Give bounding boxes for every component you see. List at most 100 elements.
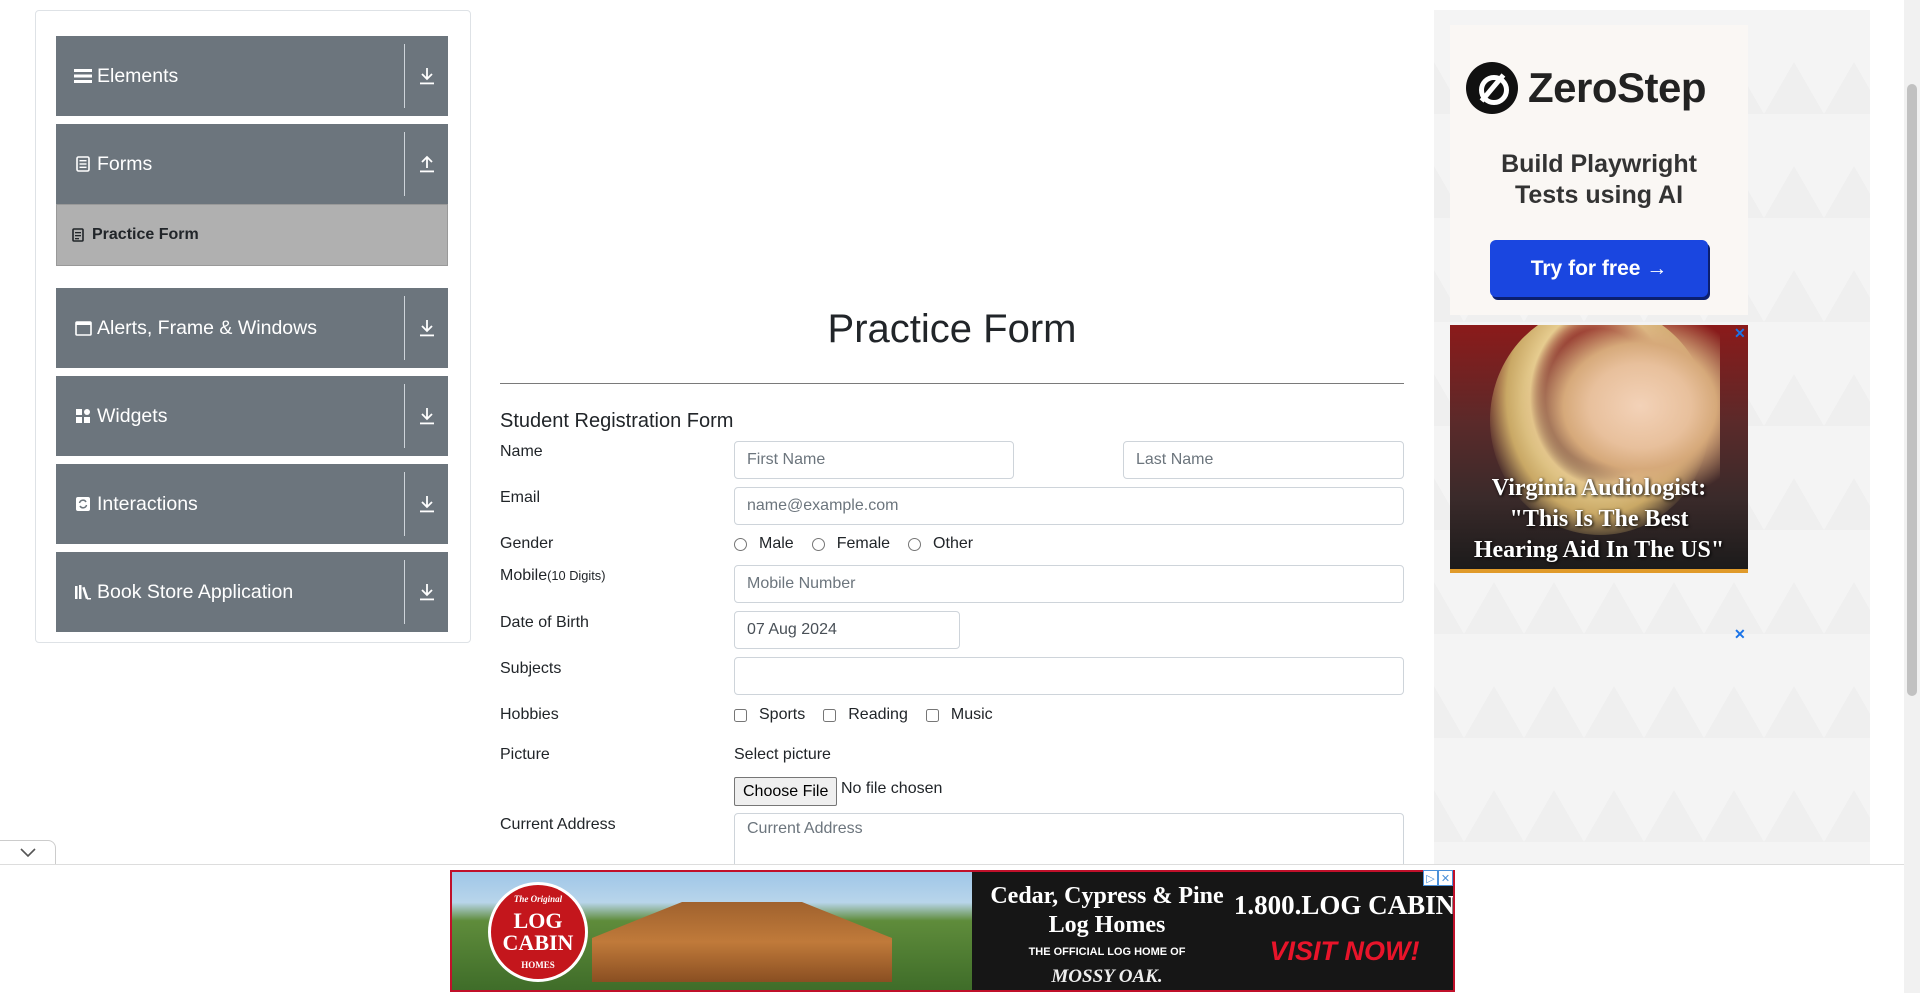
page-scrollbar[interactable] xyxy=(1904,0,1920,993)
hobby-checkbox-sports[interactable] xyxy=(734,708,747,722)
file-status: No file chosen xyxy=(841,780,943,797)
mobile-label: Mobile(10 Digits) xyxy=(500,567,605,585)
collapse-drawer-button[interactable] xyxy=(0,840,56,865)
sidebar-group-label: Alerts, Frame & Windows xyxy=(97,316,317,339)
sidebar-group-label: Elements xyxy=(97,64,179,87)
picture-label: Picture xyxy=(500,746,550,763)
logo-text: The Original xyxy=(513,894,563,904)
sidebar-group-forms[interactable]: Forms xyxy=(56,124,448,204)
download-icon[interactable] xyxy=(405,464,448,544)
download-icon[interactable] xyxy=(405,552,448,632)
ad-text-line: Hearing Aid In The US" xyxy=(1473,537,1725,563)
headline-line: Log Homes xyxy=(1048,912,1166,938)
log-cabin-logo: The Original LOG CABIN HOMES xyxy=(488,882,588,982)
ad-photo: The Original LOG CABIN HOMES xyxy=(452,872,972,990)
hobby-option-music[interactable]: Music xyxy=(925,706,993,724)
sidebar-group-book-store[interactable]: Book Store Application xyxy=(56,552,448,632)
visit-now-button[interactable]: VISIT NOW! xyxy=(1232,936,1453,967)
gender-label: Gender xyxy=(500,535,554,552)
sidebar-group-elements[interactable]: Elements xyxy=(56,36,448,116)
select-picture-label: Select picture xyxy=(734,746,831,763)
close-icon[interactable]: ✕ xyxy=(1734,325,1746,342)
date-of-birth-input[interactable] xyxy=(734,611,960,649)
dob-label: Date of Birth xyxy=(500,614,589,631)
mossy-oak-logo: MOSSY OAK. xyxy=(1051,966,1163,987)
sidebar-item-practice-form[interactable]: Practice Form xyxy=(56,204,448,266)
log-cabin-phone: 1.800.LOG CABIN xyxy=(1233,890,1455,920)
logo-text: CABIN xyxy=(502,930,574,955)
mobile-input[interactable] xyxy=(734,565,1404,603)
gender-option-label: Other xyxy=(933,535,974,552)
try-for-free-button[interactable]: Try for free → xyxy=(1490,240,1708,297)
headline-line: Cedar, Cypress & Pine xyxy=(990,883,1224,909)
audiologist-ad[interactable]: Virginia Audiologist: "This Is The Best … xyxy=(1450,325,1748,573)
choose-file-button[interactable]: Choose File xyxy=(734,777,838,806)
ad-text-line: Virginia Audiologist: xyxy=(1491,475,1707,501)
upload-icon[interactable] xyxy=(405,124,448,204)
refresh-icon xyxy=(73,494,93,514)
gender-option-female[interactable]: Female xyxy=(811,535,891,553)
ad-text-line: "This Is The Best xyxy=(1509,506,1689,532)
sidebar-group-label: Book Store Application xyxy=(97,580,294,603)
close-icon[interactable]: ✕ xyxy=(1734,626,1746,643)
sidebar-group-widgets[interactable]: Widgets xyxy=(56,376,448,456)
zerostep-ad[interactable]: ZeroStep Build Playwright Tests using AI… xyxy=(1450,25,1748,315)
window-icon xyxy=(73,318,93,338)
hobby-option-reading[interactable]: Reading xyxy=(823,706,908,724)
subjects-input[interactable] xyxy=(734,657,1404,695)
gender-radio-male[interactable] xyxy=(734,537,747,551)
zerostep-tagline-line: Tests using AI xyxy=(1514,181,1684,209)
sidebar-group-label: Interactions xyxy=(97,492,198,515)
hobbies-label: Hobbies xyxy=(500,706,559,723)
log-cabin-subline: THE OFFICIAL LOG HOME OF xyxy=(1028,946,1186,958)
sidebar-group-interactions[interactable]: Interactions xyxy=(56,464,448,544)
hobbies-checkbox-group: Sports Reading Music xyxy=(734,706,1011,724)
mobile-label-text: Mobile xyxy=(500,567,548,584)
email-input[interactable] xyxy=(734,487,1404,525)
sidebar-group-label: Forms xyxy=(97,152,153,175)
download-icon[interactable] xyxy=(405,376,448,456)
gender-radio-female[interactable] xyxy=(811,537,825,551)
close-icon[interactable]: ✕ xyxy=(1438,870,1453,886)
hobby-option-label: Sports xyxy=(759,706,806,723)
zerostep-tagline: Build Playwright Tests using AI xyxy=(1450,149,1748,211)
gender-option-male[interactable]: Male xyxy=(734,535,794,553)
hobby-option-label: Reading xyxy=(848,706,908,723)
ad-controls: ▷ ✕ xyxy=(1423,870,1453,886)
sidebar-item-label: Practice Form xyxy=(92,226,199,243)
hobby-option-sports[interactable]: Sports xyxy=(734,706,805,724)
list-icon xyxy=(73,66,93,86)
hobby-checkbox-music[interactable] xyxy=(925,708,939,722)
mobile-hint: (10 Digits) xyxy=(547,568,606,583)
form-title: Student Registration Form xyxy=(500,410,734,432)
zerostep-brand: ZeroStep xyxy=(1528,64,1707,111)
first-name-input[interactable] xyxy=(734,441,1014,479)
log-cabin-ad[interactable]: The Original LOG CABIN HOMES Cedar, Cypr… xyxy=(450,870,1455,992)
logo-text: HOMES xyxy=(521,960,555,970)
form-icon xyxy=(72,228,86,242)
gender-radio-other[interactable] xyxy=(908,537,922,551)
audiologist-ad-text: Virginia Audiologist: "This Is The Best … xyxy=(1450,473,1748,566)
chevron-down-icon xyxy=(19,848,36,858)
sidebar-group-alerts[interactable]: Alerts, Frame & Windows xyxy=(56,288,448,368)
zerostep-logo: ZeroStep xyxy=(1466,62,1707,114)
title-divider xyxy=(500,383,1404,384)
subjects-label: Subjects xyxy=(500,660,562,677)
scrollbar-thumb[interactable] xyxy=(1907,84,1917,696)
adchoices-icon[interactable]: ▷ xyxy=(1423,870,1438,886)
gender-radio-group: Male Female Other xyxy=(734,535,991,553)
cabin-image xyxy=(592,902,892,982)
sidebar-panel: Elements Forms Practice Form Alerts, Fra… xyxy=(35,10,471,643)
zerostep-logo-icon xyxy=(1466,62,1518,114)
gender-option-label: Female xyxy=(836,535,891,552)
last-name-input[interactable] xyxy=(1123,441,1404,479)
books-icon xyxy=(73,582,93,602)
document-icon xyxy=(73,154,93,174)
download-icon[interactable] xyxy=(405,36,448,116)
gender-option-other[interactable]: Other xyxy=(908,535,973,553)
address-label: Current Address xyxy=(500,816,616,833)
download-icon[interactable] xyxy=(405,288,448,368)
hobby-checkbox-reading[interactable] xyxy=(823,708,837,722)
name-label: Name xyxy=(500,443,543,460)
zerostep-tagline-line: Build Playwright xyxy=(1501,150,1697,178)
